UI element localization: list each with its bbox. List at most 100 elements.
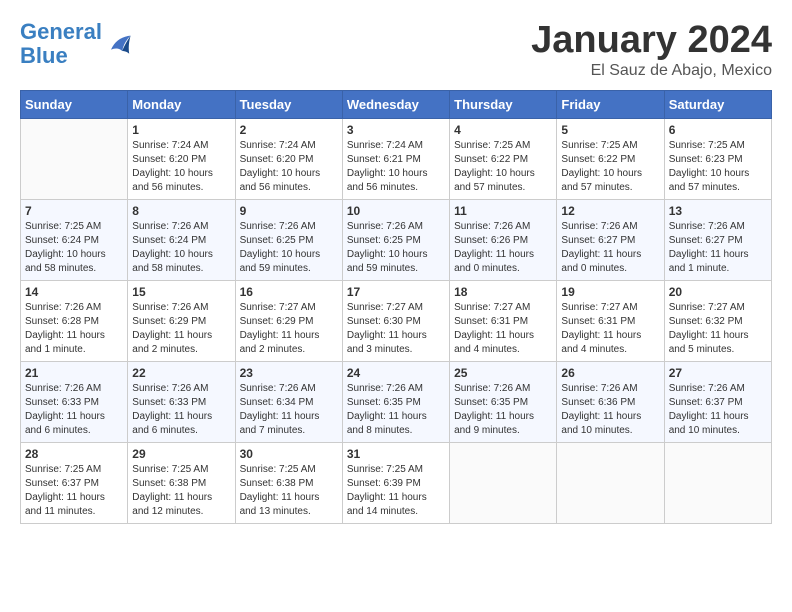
header-day-saturday: Saturday — [664, 90, 771, 118]
day-number: 28 — [25, 447, 123, 461]
calendar-cell: 26 Sunrise: 7:26 AM Sunset: 6:36 PM Dayli… — [557, 361, 664, 442]
calendar-cell: 27 Sunrise: 7:26 AM Sunset: 6:37 PM Dayli… — [664, 361, 771, 442]
day-number: 5 — [561, 123, 659, 137]
day-info: Sunrise: 7:26 AM Sunset: 6:35 PM Dayligh… — [454, 382, 552, 438]
calendar-cell: 7Sunrise: 7:25 AM Sunset: 6:24 PM Daylig… — [21, 199, 128, 280]
day-info: Sunrise: 7:25 AM Sunset: 6:24 PM Dayligh… — [25, 220, 123, 276]
day-info: Sunrise: 7:26 AM Sunset: 6:34 PM Dayligh… — [240, 382, 338, 438]
day-number: 23 — [240, 366, 338, 380]
calendar-cell: 16Sunrise: 7:27 AM Sunset: 6:29 PM Dayli… — [235, 280, 342, 361]
day-number: 12 — [561, 204, 659, 218]
day-info: Sunrise: 7:26 AM Sunset: 6:26 PM Dayligh… — [454, 220, 552, 276]
calendar-cell: 28 Sunrise: 7:25 AM Sunset: 6:37 PM Dayli… — [21, 442, 128, 523]
day-number: 18 — [454, 285, 552, 299]
day-info: Sunrise: 7:26 AM Sunset: 6:37 PM Dayligh… — [669, 382, 767, 438]
header-day-thursday: Thursday — [450, 90, 557, 118]
day-number: 1 — [132, 123, 230, 137]
logo-line2: Blue — [20, 43, 68, 68]
calendar-cell: 25 Sunrise: 7:26 AM Sunset: 6:35 PM Dayli… — [450, 361, 557, 442]
title-block: January 2024 El Sauz de Abajo, Mexico — [531, 20, 772, 80]
week-row-5: 28 Sunrise: 7:25 AM Sunset: 6:37 PM Dayli… — [21, 442, 772, 523]
header-day-tuesday: Tuesday — [235, 90, 342, 118]
day-info: Sunrise: 7:26 AM Sunset: 6:36 PM Dayligh… — [561, 382, 659, 438]
calendar-cell: 24 Sunrise: 7:26 AM Sunset: 6:35 PM Dayli… — [342, 361, 449, 442]
day-info: Sunrise: 7:25 AM Sunset: 6:38 PM Dayligh… — [132, 463, 230, 519]
day-number: 30 — [240, 447, 338, 461]
header-day-sunday: Sunday — [21, 90, 128, 118]
calendar-cell: 9 Sunrise: 7:26 AM Sunset: 6:25 PM Daylig… — [235, 199, 342, 280]
calendar-table: SundayMondayTuesdayWednesdayThursdayFrid… — [20, 90, 772, 524]
calendar-cell: 14Sunrise: 7:26 AM Sunset: 6:28 PM Dayli… — [21, 280, 128, 361]
day-info: Sunrise: 7:26 AM Sunset: 6:29 PM Dayligh… — [132, 301, 230, 357]
day-number: 24 — [347, 366, 445, 380]
calendar-cell: 17Sunrise: 7:27 AM Sunset: 6:30 PM Dayli… — [342, 280, 449, 361]
day-number: 15 — [132, 285, 230, 299]
day-info: Sunrise: 7:24 AM Sunset: 6:21 PM Dayligh… — [347, 139, 445, 195]
day-number: 8 — [132, 204, 230, 218]
day-number: 26 — [561, 366, 659, 380]
day-info: Sunrise: 7:24 AM Sunset: 6:20 PM Dayligh… — [132, 139, 230, 195]
day-info: Sunrise: 7:24 AM Sunset: 6:20 PM Dayligh… — [240, 139, 338, 195]
day-number: 2 — [240, 123, 338, 137]
calendar-cell: 2 Sunrise: 7:24 AM Sunset: 6:20 PM Daylig… — [235, 118, 342, 199]
calendar-cell: 15 Sunrise: 7:26 AM Sunset: 6:29 PM Dayli… — [128, 280, 235, 361]
calendar-cell: 4Sunrise: 7:25 AM Sunset: 6:22 PM Daylig… — [450, 118, 557, 199]
day-info: Sunrise: 7:27 AM Sunset: 6:31 PM Dayligh… — [454, 301, 552, 357]
calendar-cell: 5 Sunrise: 7:25 AM Sunset: 6:22 PM Daylig… — [557, 118, 664, 199]
month-title: January 2024 — [531, 20, 772, 62]
day-info: Sunrise: 7:26 AM Sunset: 6:27 PM Dayligh… — [561, 220, 659, 276]
day-info: Sunrise: 7:27 AM Sunset: 6:29 PM Dayligh… — [240, 301, 338, 357]
day-info: Sunrise: 7:26 AM Sunset: 6:25 PM Dayligh… — [240, 220, 338, 276]
day-number: 31 — [347, 447, 445, 461]
day-info: Sunrise: 7:27 AM Sunset: 6:31 PM Dayligh… — [561, 301, 659, 357]
day-info: Sunrise: 7:26 AM Sunset: 6:27 PM Dayligh… — [669, 220, 767, 276]
day-info: Sunrise: 7:25 AM Sunset: 6:37 PM Dayligh… — [25, 463, 123, 519]
day-number: 21 — [25, 366, 123, 380]
calendar-cell — [21, 118, 128, 199]
day-number: 11 — [454, 204, 552, 218]
week-row-4: 21 Sunrise: 7:26 AM Sunset: 6:33 PM Dayli… — [21, 361, 772, 442]
header-row: SundayMondayTuesdayWednesdayThursdayFrid… — [21, 90, 772, 118]
header-day-friday: Friday — [557, 90, 664, 118]
calendar-cell: 13Sunrise: 7:26 AM Sunset: 6:27 PM Dayli… — [664, 199, 771, 280]
day-number: 25 — [454, 366, 552, 380]
day-number: 20 — [669, 285, 767, 299]
calendar-cell — [664, 442, 771, 523]
logo-line1: General — [20, 19, 102, 44]
calendar-cell: 3Sunrise: 7:24 AM Sunset: 6:21 PM Daylig… — [342, 118, 449, 199]
calendar-cell — [557, 442, 664, 523]
calendar-cell: 23 Sunrise: 7:26 AM Sunset: 6:34 PM Dayli… — [235, 361, 342, 442]
logo: General Blue — [20, 20, 132, 68]
day-info: Sunrise: 7:25 AM Sunset: 6:22 PM Dayligh… — [561, 139, 659, 195]
calendar-cell — [450, 442, 557, 523]
day-number: 27 — [669, 366, 767, 380]
day-info: Sunrise: 7:26 AM Sunset: 6:28 PM Dayligh… — [25, 301, 123, 357]
calendar-cell: 29 Sunrise: 7:25 AM Sunset: 6:38 PM Dayli… — [128, 442, 235, 523]
logo-bird-icon — [104, 30, 132, 58]
calendar-cell: 19 Sunrise: 7:27 AM Sunset: 6:31 PM Dayli… — [557, 280, 664, 361]
day-number: 10 — [347, 204, 445, 218]
calendar-cell: 12 Sunrise: 7:26 AM Sunset: 6:27 PM Dayli… — [557, 199, 664, 280]
week-row-1: 1 Sunrise: 7:24 AM Sunset: 6:20 PM Daylig… — [21, 118, 772, 199]
location-subtitle: El Sauz de Abajo, Mexico — [531, 62, 772, 80]
day-info: Sunrise: 7:26 AM Sunset: 6:25 PM Dayligh… — [347, 220, 445, 276]
day-number: 19 — [561, 285, 659, 299]
calendar-cell: 6 Sunrise: 7:25 AM Sunset: 6:23 PM Daylig… — [664, 118, 771, 199]
day-info: Sunrise: 7:26 AM Sunset: 6:33 PM Dayligh… — [132, 382, 230, 438]
header-day-monday: Monday — [128, 90, 235, 118]
day-number: 6 — [669, 123, 767, 137]
day-info: Sunrise: 7:27 AM Sunset: 6:32 PM Dayligh… — [669, 301, 767, 357]
calendar-cell: 10 Sunrise: 7:26 AM Sunset: 6:25 PM Dayli… — [342, 199, 449, 280]
day-info: Sunrise: 7:26 AM Sunset: 6:35 PM Dayligh… — [347, 382, 445, 438]
calendar-cell: 1 Sunrise: 7:24 AM Sunset: 6:20 PM Daylig… — [128, 118, 235, 199]
day-number: 9 — [240, 204, 338, 218]
day-number: 29 — [132, 447, 230, 461]
calendar-cell: 20 Sunrise: 7:27 AM Sunset: 6:32 PM Dayli… — [664, 280, 771, 361]
calendar-cell: 31 Sunrise: 7:25 AM Sunset: 6:39 PM Dayli… — [342, 442, 449, 523]
day-info: Sunrise: 7:25 AM Sunset: 6:39 PM Dayligh… — [347, 463, 445, 519]
day-info: Sunrise: 7:25 AM Sunset: 6:38 PM Dayligh… — [240, 463, 338, 519]
day-info: Sunrise: 7:26 AM Sunset: 6:24 PM Dayligh… — [132, 220, 230, 276]
calendar-body: 1 Sunrise: 7:24 AM Sunset: 6:20 PM Daylig… — [21, 118, 772, 523]
day-info: Sunrise: 7:25 AM Sunset: 6:23 PM Dayligh… — [669, 139, 767, 195]
calendar-cell: 21Sunrise: 7:26 AM Sunset: 6:33 PM Dayli… — [21, 361, 128, 442]
